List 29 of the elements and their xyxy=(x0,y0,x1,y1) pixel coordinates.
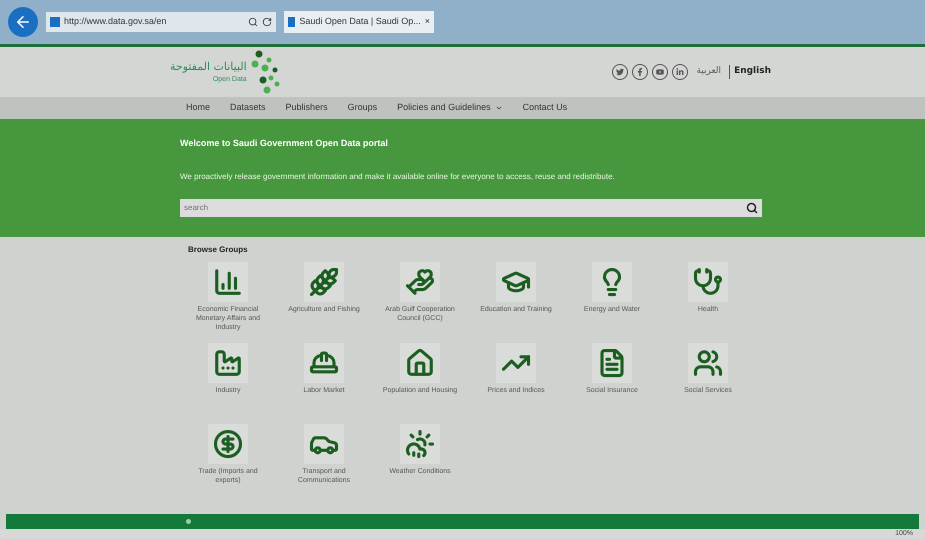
browser-tab[interactable]: Saudi Open Data | Saudi Op... × xyxy=(284,11,434,33)
site-icon xyxy=(50,17,60,27)
tab-close[interactable]: × xyxy=(424,15,430,29)
search-icon xyxy=(248,17,258,27)
hero-text: We proactively release government information and make it available online for everyone to access, reuse and redistribute. xyxy=(180,170,616,182)
address-text: http://www.data.gov.sa/en xyxy=(64,15,168,28)
language-link[interactable]: العربية xyxy=(692,65,726,79)
linkedin-icon[interactable] xyxy=(672,64,688,80)
nav-link[interactable]: Publishers xyxy=(286,101,328,115)
search-icon xyxy=(746,202,758,214)
refresh-icon xyxy=(262,17,272,27)
logo-dots-icon xyxy=(250,50,281,94)
caret-icon xyxy=(494,104,503,112)
nav-link[interactable]: Policies and Guidelines xyxy=(397,101,503,115)
back-button[interactable] xyxy=(8,7,38,37)
nav-link[interactable]: Home xyxy=(186,101,210,115)
section-title: Browse Groups xyxy=(188,244,249,256)
nav-link[interactable]: Datasets xyxy=(230,101,266,115)
twitter-icon[interactable] xyxy=(612,64,628,80)
address-bar[interactable]: http://www.data.gov.sa/en xyxy=(46,12,276,32)
nav-link[interactable]: Groups xyxy=(348,101,378,115)
hero-title: Welcome to Saudi Government Open Data portal xyxy=(180,137,389,150)
youtube-icon[interactable] xyxy=(652,64,668,80)
tab-site-icon xyxy=(288,17,296,27)
nav-link[interactable]: Contact Us xyxy=(522,101,568,115)
facebook-icon[interactable] xyxy=(632,64,648,80)
language-link[interactable]: English xyxy=(729,65,775,79)
tab-title: Saudi Open Data | Saudi Op... xyxy=(299,15,421,28)
logo-arabic-text: البيانات المفتوحة xyxy=(170,58,247,75)
